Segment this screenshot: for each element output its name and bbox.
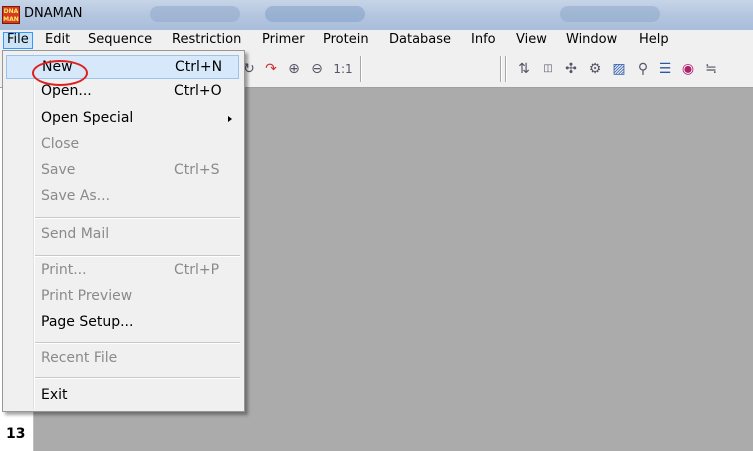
menu-item-exit[interactable]: Exit [6, 384, 239, 408]
menu-item-new[interactable]: New Ctrl+N [6, 55, 239, 86]
zoom-1-1-button[interactable]: 1:1 [331, 60, 355, 78]
menu-item-label: Exit [41, 387, 68, 403]
menu-item-label: Print Preview [41, 288, 133, 304]
menu-item-label: Save As... [41, 188, 111, 204]
menu-item-save[interactable]: Save Ctrl+S [6, 159, 239, 183]
file-menu-dropdown: New Ctrl+N Open... Ctrl+O Open Special C… [2, 50, 245, 412]
menu-item-recent-file[interactable]: Recent File [6, 347, 239, 371]
menu-item-label: Save [41, 162, 76, 178]
menu-item-close[interactable]: Close [6, 133, 239, 157]
blurred-background [150, 6, 240, 22]
menu-edit[interactable]: Edit [42, 32, 73, 49]
pi-icon[interactable]: ◉ [679, 60, 697, 78]
menu-primer[interactable]: Primer [259, 32, 308, 49]
submenu-arrow-icon [228, 116, 232, 122]
plot-icon[interactable]: ▨ [610, 60, 628, 78]
menu-separator [35, 255, 240, 257]
menu-item-label: Open... [41, 83, 92, 99]
menu-item-shortcut: Ctrl+S [174, 162, 220, 178]
menu-item-shortcut: Ctrl+O [174, 83, 222, 99]
menu-item-label: Recent File [41, 350, 118, 366]
menu-item-open-special[interactable]: Open Special [6, 107, 239, 131]
toolbar-separator [360, 56, 362, 82]
dna-helix-icon[interactable]: ✣ [562, 60, 580, 78]
menu-item-open[interactable]: Open... Ctrl+O [6, 80, 239, 104]
menu-item-save-as[interactable]: Save As... [6, 185, 239, 209]
menu-help[interactable]: Help [636, 32, 672, 49]
zoom-out-icon[interactable]: ⊖ [308, 60, 326, 78]
menu-item-label: Close [41, 136, 80, 152]
toolbar-separator [505, 56, 507, 82]
menu-bar: File Edit Sequence Restriction Primer Pr… [0, 30, 753, 50]
menu-item-print[interactable]: Print... Ctrl+P [6, 259, 239, 283]
blurred-background [560, 6, 660, 22]
menu-separator [35, 217, 240, 219]
menu-view[interactable]: View [513, 32, 550, 49]
menu-item-print-preview[interactable]: Print Preview [6, 285, 239, 309]
toolbar-separator [500, 56, 502, 82]
blurred-background [265, 6, 365, 22]
zoom-in-icon[interactable]: ⊕ [285, 60, 303, 78]
menu-sequence[interactable]: Sequence [85, 32, 155, 49]
menu-file[interactable]: File [3, 32, 33, 49]
line-number: 13 [6, 426, 26, 442]
menu-window[interactable]: Window [563, 32, 620, 49]
menu-item-label: Print... [41, 262, 87, 278]
menu-info[interactable]: Info [468, 32, 499, 49]
menu-item-send-mail[interactable]: Send Mail [6, 223, 239, 247]
reverse-sequence-icon[interactable]: ⇅ [515, 60, 533, 78]
def-seq-icon[interactable]: ◫ [539, 60, 557, 78]
menu-item-shortcut: Ctrl+N [175, 59, 223, 75]
align-icon[interactable]: ≒ [702, 60, 720, 78]
menu-item-shortcut: Ctrl+P [174, 262, 220, 278]
menu-item-label: Page Setup... [41, 314, 134, 330]
menu-separator [35, 377, 240, 379]
menu-separator [35, 342, 240, 344]
menu-item-label: Open Special [41, 110, 134, 126]
menu-item-label: Send Mail [41, 226, 110, 242]
restriction-icon[interactable]: ⚙ [586, 60, 604, 78]
menu-database[interactable]: Database [386, 32, 454, 49]
menu-item-page-setup[interactable]: Page Setup... [6, 311, 239, 335]
redo-icon[interactable]: ↷ [262, 60, 280, 78]
window-title: DNAMAN [24, 6, 83, 21]
dnaman-app-icon[interactable]: DNA MAN [2, 6, 20, 24]
list-icon[interactable]: ☰ [656, 60, 674, 78]
menu-restriction[interactable]: Restriction [169, 32, 244, 49]
menu-protein[interactable]: Protein [320, 32, 372, 49]
title-bar: DNA MAN DNAMAN [0, 0, 753, 30]
find-icon[interactable]: ⚲ [634, 60, 652, 78]
